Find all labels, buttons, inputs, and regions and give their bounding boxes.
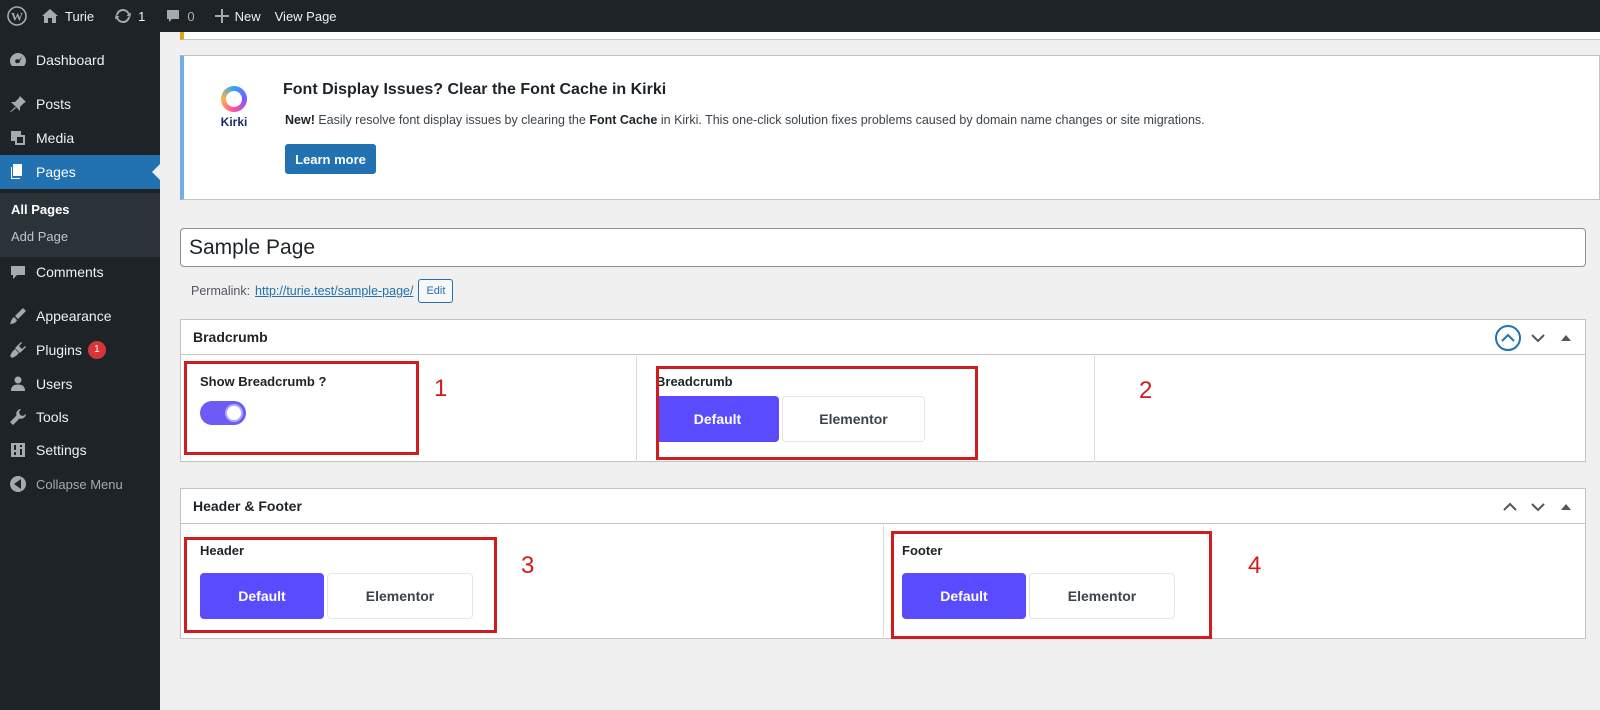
- refresh-icon: [115, 8, 132, 24]
- header-footer-metabox-header[interactable]: Header & Footer: [181, 489, 1585, 524]
- sidebar-item-users[interactable]: Users: [0, 367, 160, 401]
- wordpress-logo-icon[interactable]: W: [0, 0, 34, 32]
- pin-icon: [0, 95, 36, 113]
- notice-title: Font Display Issues? Clear the Font Cach…: [283, 81, 667, 98]
- wrench-icon: [0, 408, 36, 426]
- plus-icon: [214, 9, 229, 23]
- media-icon: [0, 129, 36, 147]
- home-icon: [42, 9, 58, 23]
- view-page-label: View Page: [274, 8, 337, 24]
- kirki-notice: Kirki Font Display Issues? Clear the Fon…: [180, 55, 1600, 200]
- pages-submenu: All Pages Add Page: [0, 193, 160, 257]
- collapse-menu-label: Collapse Menu: [36, 476, 123, 492]
- sidebar-item-comments[interactable]: Comments: [0, 255, 160, 289]
- annotation-box-3: [184, 537, 497, 633]
- page-title-input[interactable]: Sample Page: [180, 228, 1586, 267]
- plugin-icon: [0, 341, 36, 359]
- sidebar-item-pages[interactable]: Pages: [0, 155, 160, 189]
- annotation-number-1: 1: [434, 375, 448, 402]
- sidebar-item-posts[interactable]: Posts: [0, 87, 160, 121]
- permalink-label: Permalink:: [191, 284, 251, 298]
- header-footer-metabox-title: Header & Footer: [193, 498, 302, 514]
- sidebar-item-label: Dashboard: [36, 52, 105, 68]
- breadcrumb-metabox-title: Bradcrumb: [193, 329, 268, 345]
- move-down-icon[interactable]: [1527, 496, 1549, 518]
- toggle-panel-icon[interactable]: [1555, 327, 1577, 349]
- site-name: Turie: [65, 8, 95, 24]
- sidebar-item-label: Tools: [36, 409, 69, 425]
- view-page-link[interactable]: View Page: [268, 0, 344, 32]
- kirki-logo: Kirki: [216, 86, 252, 129]
- permalink-url[interactable]: http://turie.test/sample-page/: [255, 284, 413, 298]
- move-down-icon[interactable]: [1527, 327, 1549, 349]
- sidebar-item-label: Comments: [36, 264, 104, 280]
- brush-icon: [0, 307, 36, 325]
- comment-icon: [0, 263, 36, 281]
- kirki-ring-icon: [221, 86, 247, 112]
- plugins-update-badge: 1: [87, 341, 106, 359]
- sidebar-item-settings[interactable]: Settings: [0, 433, 160, 467]
- sidebar-item-label: Users: [36, 376, 73, 392]
- submenu-all-pages[interactable]: All Pages: [11, 202, 70, 217]
- column-divider: [1094, 356, 1095, 462]
- column-divider: [636, 356, 637, 462]
- comment-icon: [167, 10, 180, 22]
- sidebar-item-label: Plugins: [36, 342, 82, 358]
- users-icon: [0, 375, 36, 393]
- move-up-icon[interactable]: [1495, 324, 1521, 351]
- new-label: New: [234, 8, 261, 24]
- comments-link[interactable]: 0: [158, 0, 201, 32]
- updates-count: 1: [138, 8, 146, 24]
- admin-sidebar: Dashboard Posts Media Pages All Pages Ad…: [0, 32, 160, 710]
- admin-bar: W Turie 1 0 New View Page: [0, 0, 1600, 32]
- metabox-controls: [1499, 489, 1577, 524]
- annotation-box-4: [891, 531, 1212, 639]
- sidebar-item-tools[interactable]: Tools: [0, 400, 160, 434]
- new-content-link[interactable]: New: [208, 0, 268, 32]
- annotation-box-2: [656, 366, 978, 460]
- comments-count: 0: [187, 8, 195, 24]
- site-name-link[interactable]: Turie: [34, 0, 101, 32]
- sidebar-item-media[interactable]: Media: [0, 121, 160, 155]
- permalink-row: Permalink: http://turie.test/sample-page…: [191, 279, 454, 303]
- permalink-edit-button[interactable]: Edit: [418, 279, 454, 303]
- notice-new-label: New!: [285, 113, 315, 127]
- annotation-box-1: [184, 361, 419, 455]
- collapse-icon: [0, 476, 36, 492]
- sidebar-item-label: Appearance: [36, 308, 112, 324]
- collapse-menu-button[interactable]: Collapse Menu: [0, 467, 160, 501]
- sidebar-item-plugins[interactable]: Plugins 1: [0, 333, 160, 367]
- column-divider: [883, 525, 884, 639]
- breadcrumb-metabox-header[interactable]: Bradcrumb: [181, 320, 1585, 355]
- svg-text:W: W: [11, 10, 23, 24]
- toggle-panel-icon[interactable]: [1555, 496, 1577, 518]
- metabox-controls: [1495, 320, 1577, 355]
- notice-text-part1: Easily resolve font display issues by cl…: [314, 113, 590, 127]
- annotation-number-3: 3: [521, 552, 535, 579]
- annotation-number-4: 4: [1248, 552, 1262, 579]
- learn-more-button[interactable]: Learn more: [285, 144, 376, 174]
- kirki-logo-text: Kirki: [220, 115, 248, 129]
- dashboard-icon: [0, 51, 36, 69]
- notice-text: New! Easily resolve font display issues …: [285, 113, 1205, 127]
- admin-notice-edge: [180, 32, 1600, 40]
- updates-link[interactable]: 1: [107, 0, 152, 32]
- sidebar-item-label: Posts: [36, 96, 72, 112]
- pages-icon: [0, 163, 36, 181]
- sidebar-item-label: Settings: [36, 442, 87, 458]
- annotation-number-2: 2: [1139, 377, 1153, 404]
- sidebar-item-label: Media: [36, 130, 75, 146]
- submenu-add-page[interactable]: Add Page: [11, 229, 68, 244]
- move-up-icon[interactable]: [1499, 496, 1521, 518]
- settings-icon: [0, 441, 36, 459]
- notice-text-bold: Font Cache: [589, 113, 658, 127]
- sidebar-item-dashboard[interactable]: Dashboard: [0, 43, 160, 77]
- sidebar-item-label: Pages: [36, 164, 76, 180]
- sidebar-item-appearance[interactable]: Appearance: [0, 299, 160, 333]
- notice-text-part2: in Kirki. This one-click solution fixes …: [657, 113, 1205, 127]
